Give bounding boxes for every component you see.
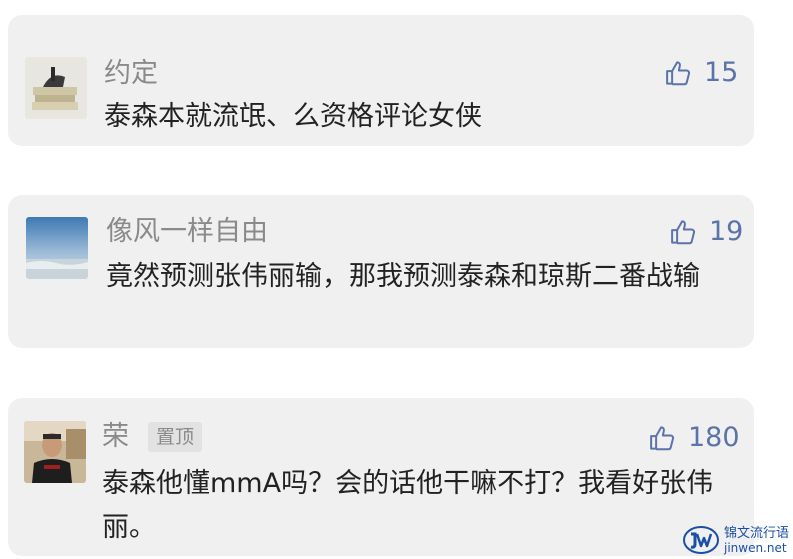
avatar[interactable] <box>24 421 86 483</box>
username[interactable]: 荣 <box>102 420 129 454</box>
thumbs-up-icon <box>650 426 675 451</box>
jw-logo-icon <box>682 525 720 555</box>
avatar[interactable] <box>25 57 87 119</box>
watermark: 锦文流行语 jinwen.net <box>682 525 789 555</box>
thumbs-up-icon <box>671 220 696 245</box>
thumbs-up-icon <box>666 61 691 86</box>
like-count: 180 <box>688 422 740 453</box>
like-button[interactable]: 15 <box>664 56 738 90</box>
avatar-image-icon <box>24 421 86 483</box>
like-count: 15 <box>704 57 739 88</box>
comment-card: 像风一样自由 19 竟然预测张伟丽输，那我预测泰森和琼斯二番战输 <box>8 195 754 348</box>
comment-text: 泰森本就流氓、么资格评论女侠 <box>104 101 482 132</box>
avatar-image-icon <box>26 217 88 279</box>
pinned-badge: 置顶 <box>148 422 203 452</box>
avatar[interactable] <box>26 217 88 279</box>
username[interactable]: 像风一样自由 <box>106 215 268 249</box>
like-count: 19 <box>709 216 744 247</box>
avatar-image-icon <box>25 57 87 119</box>
comment-text: 泰森他懂mmA吗？会的话他干嘛不打？我看好张伟丽。 <box>102 468 714 543</box>
comment-text: 竟然预测张伟丽输，那我预测泰森和琼斯二番战输 <box>106 261 700 292</box>
watermark-en: jinwen.net <box>723 540 787 555</box>
like-button[interactable]: 19 <box>669 215 743 249</box>
username[interactable]: 约定 <box>104 57 158 91</box>
like-button[interactable]: 180 <box>648 421 740 455</box>
comment-card: 约定 15 泰森本就流氓、么资格评论女侠 <box>8 15 754 146</box>
comment-card: 荣 置顶 180 泰森他懂mmA吗？会的话他干嘛不打？我看好张伟丽。 <box>8 398 754 556</box>
watermark-cn: 锦文流行语 <box>723 525 789 541</box>
